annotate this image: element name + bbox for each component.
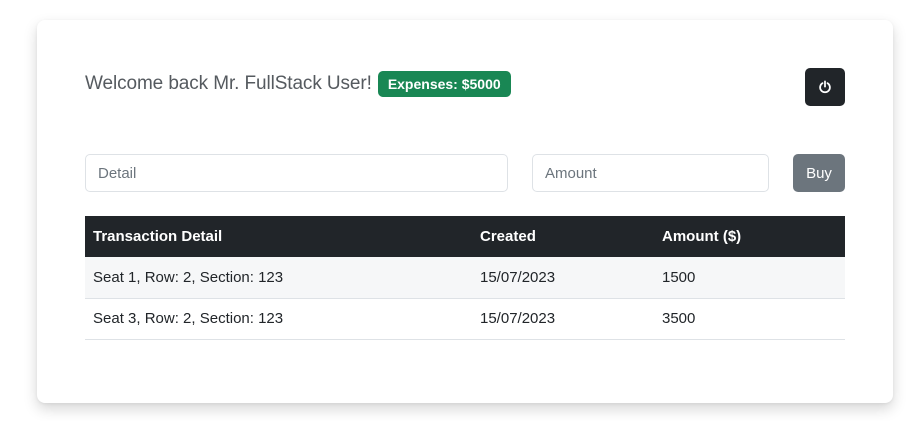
cell-amount: 3500 xyxy=(654,298,845,340)
cell-amount: 1500 xyxy=(654,257,845,299)
power-icon xyxy=(818,80,832,94)
transactions-table: Transaction Detail Created Amount ($) Se… xyxy=(85,216,845,340)
cell-created: 15/07/2023 xyxy=(472,298,654,340)
detail-input[interactable] xyxy=(85,154,508,192)
column-header-amount: Amount ($) xyxy=(654,216,845,257)
table-header-row: Transaction Detail Created Amount ($) xyxy=(85,216,845,257)
logout-button[interactable] xyxy=(805,68,845,106)
table-row: Seat 3, Row: 2, Section: 123 15/07/2023 … xyxy=(85,298,845,340)
table-row: Seat 1, Row: 2, Section: 123 15/07/2023 … xyxy=(85,257,845,299)
column-header-created: Created xyxy=(472,216,654,257)
cell-detail: Seat 3, Row: 2, Section: 123 xyxy=(85,298,472,340)
main-card: Welcome back Mr. FullStack User! Expense… xyxy=(37,20,893,403)
cell-detail: Seat 1, Row: 2, Section: 123 xyxy=(85,257,472,299)
buy-button[interactable]: Buy xyxy=(793,154,845,192)
amount-input[interactable] xyxy=(532,154,769,192)
welcome-message: Welcome back Mr. FullStack User! xyxy=(85,73,372,94)
cell-created: 15/07/2023 xyxy=(472,257,654,299)
welcome-row: Welcome back Mr. FullStack User! Expense… xyxy=(85,71,511,97)
expenses-badge: Expenses: $5000 xyxy=(377,71,511,97)
column-header-detail: Transaction Detail xyxy=(85,216,472,257)
